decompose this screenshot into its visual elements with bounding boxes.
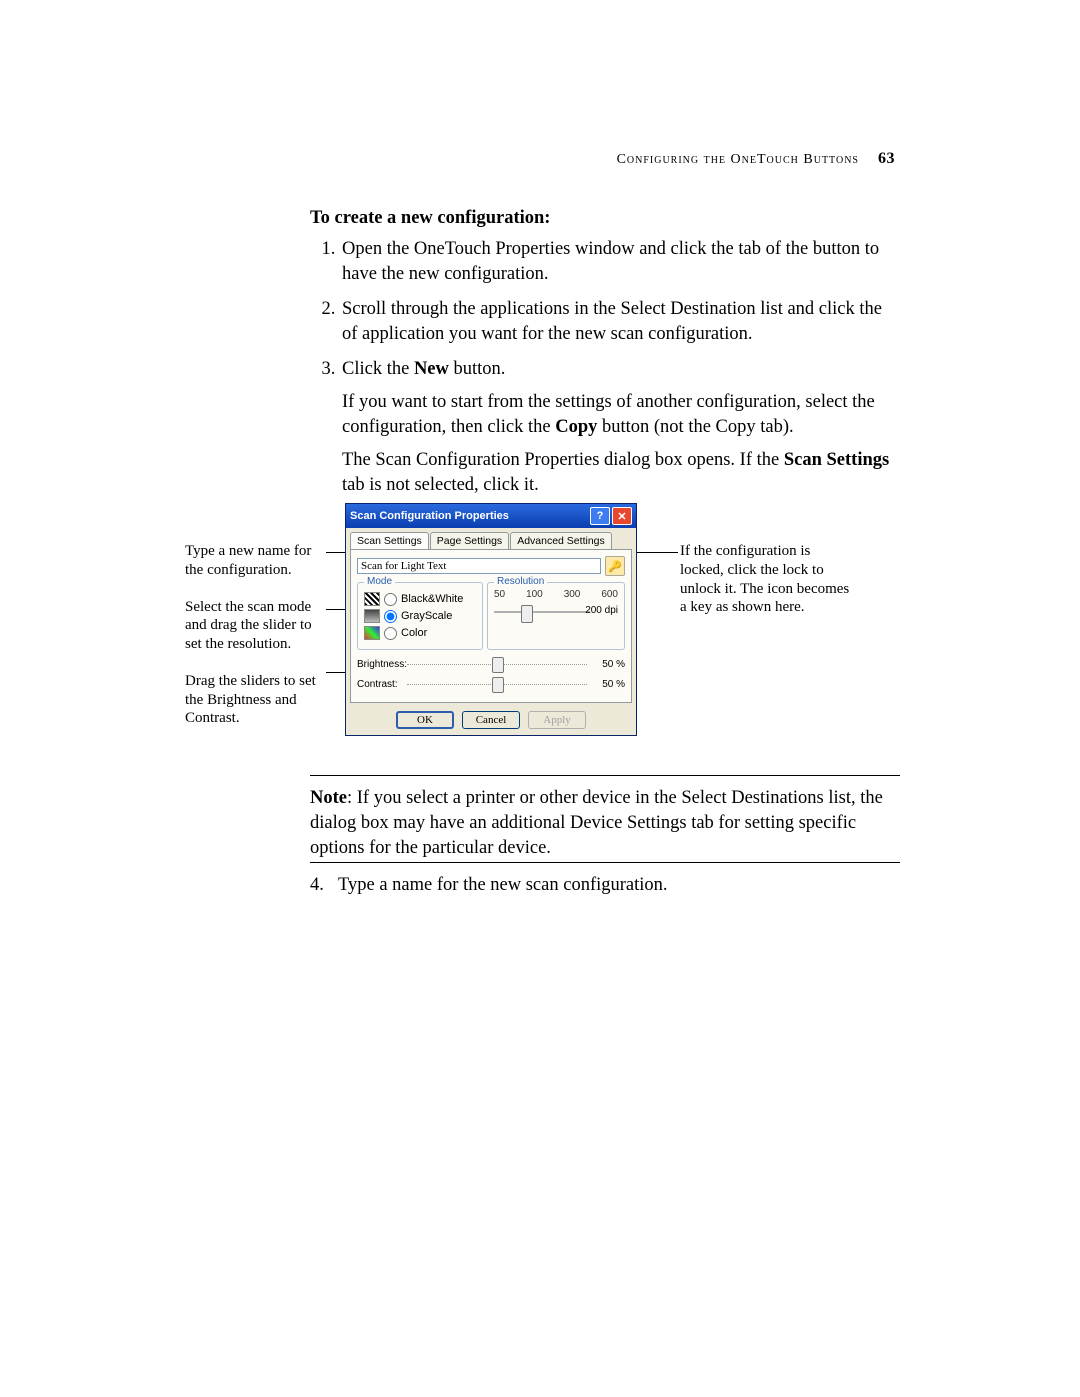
tab-advanced-settings[interactable]: Advanced Settings xyxy=(510,532,612,549)
step-4: 4.Type a name for the new scan configura… xyxy=(310,875,900,896)
step-1: Open the OneTouch Properties window and … xyxy=(340,237,900,287)
radio-color[interactable] xyxy=(384,627,397,640)
grayscale-icon xyxy=(364,609,380,623)
callout-name: Type a new name for the configuration. xyxy=(185,542,325,580)
bw-icon xyxy=(364,592,380,606)
dialog-buttons: OK Cancel Apply xyxy=(346,707,636,735)
scan-config-dialog: Scan Configuration Properties ? ✕ Scan S… xyxy=(345,503,637,736)
brightness-value: 50 % xyxy=(591,659,625,670)
hr-top xyxy=(310,775,900,776)
page-number: 63 xyxy=(878,150,895,167)
tab-page-settings[interactable]: Page Settings xyxy=(430,532,509,549)
resolution-legend: Resolution xyxy=(494,576,547,587)
step-3-para-3: The Scan Configuration Properties dialog… xyxy=(342,448,900,498)
slider-thumb[interactable] xyxy=(521,605,533,623)
resolution-ticks: 50 100 300 600 xyxy=(494,589,618,600)
callout-mode-resolution: Select the scan mode and drag the slider… xyxy=(185,598,325,654)
brightness-contrast-block: Brightness: 50 % Contrast: 50 % xyxy=(357,656,625,692)
dialog-titlebar[interactable]: Scan Configuration Properties ? ✕ xyxy=(346,504,636,528)
section-heading: To create a new configuration: xyxy=(310,208,900,229)
contrast-thumb[interactable] xyxy=(492,677,504,693)
callout-brightness-contrast: Drag the sliders to set the Brightness a… xyxy=(185,672,325,728)
brightness-slider[interactable] xyxy=(407,656,587,672)
brightness-thumb[interactable] xyxy=(492,657,504,673)
close-button[interactable]: ✕ xyxy=(612,507,632,525)
radio-bw[interactable] xyxy=(384,593,397,606)
tab-strip: Scan Settings Page Settings Advanced Set… xyxy=(350,532,632,549)
page-header: Configuring the OneTouch Buttons 63 xyxy=(617,150,895,168)
resolution-slider[interactable]: 200 dpi xyxy=(494,602,618,622)
radio-grayscale[interactable] xyxy=(384,610,397,623)
contrast-value: 50 % xyxy=(591,679,625,690)
mode-option-bw[interactable]: Black&White xyxy=(364,592,476,606)
tab-body: 🔑 Mode Black&White GrayScale xyxy=(350,549,632,703)
color-icon xyxy=(364,626,380,640)
resolution-fieldset: Resolution 50 100 300 600 200 dpi xyxy=(487,582,625,650)
config-name-input[interactable] xyxy=(357,558,601,574)
callout-lock: If the configuration is locked, click th… xyxy=(680,542,855,617)
step-3-para-2: If you want to start from the settings o… xyxy=(342,390,900,440)
hr-bottom xyxy=(310,862,900,863)
contrast-slider[interactable] xyxy=(407,676,587,692)
key-icon: 🔑 xyxy=(608,560,622,573)
step-2: Scroll through the applications in the S… xyxy=(340,297,900,347)
brightness-row: Brightness: 50 % xyxy=(357,656,625,672)
help-button[interactable]: ? xyxy=(590,507,610,525)
note-text: Note: If you select a printer or other d… xyxy=(310,786,900,861)
connector-line xyxy=(633,552,678,553)
dialog-title: Scan Configuration Properties xyxy=(350,510,588,522)
mode-legend: Mode xyxy=(364,576,395,587)
mode-fieldset: Mode Black&White GrayScale Colo xyxy=(357,582,483,650)
resolution-value: 200 dpi xyxy=(585,605,618,616)
step-3: Click the New button. If you want to sta… xyxy=(340,357,900,498)
mode-option-color[interactable]: Color xyxy=(364,626,476,640)
cancel-button[interactable]: Cancel xyxy=(462,711,520,729)
slider-track xyxy=(494,611,590,613)
lock-toggle-button[interactable]: 🔑 xyxy=(605,556,625,576)
mode-option-grayscale[interactable]: GrayScale xyxy=(364,609,476,623)
section-title: Configuring the OneTouch Buttons xyxy=(617,152,859,167)
steps-list: Open the OneTouch Properties window and … xyxy=(310,237,900,498)
contrast-row: Contrast: 50 % xyxy=(357,676,625,692)
tab-scan-settings[interactable]: Scan Settings xyxy=(350,532,429,549)
apply-button: Apply xyxy=(528,711,586,729)
ok-button[interactable]: OK xyxy=(396,711,454,729)
